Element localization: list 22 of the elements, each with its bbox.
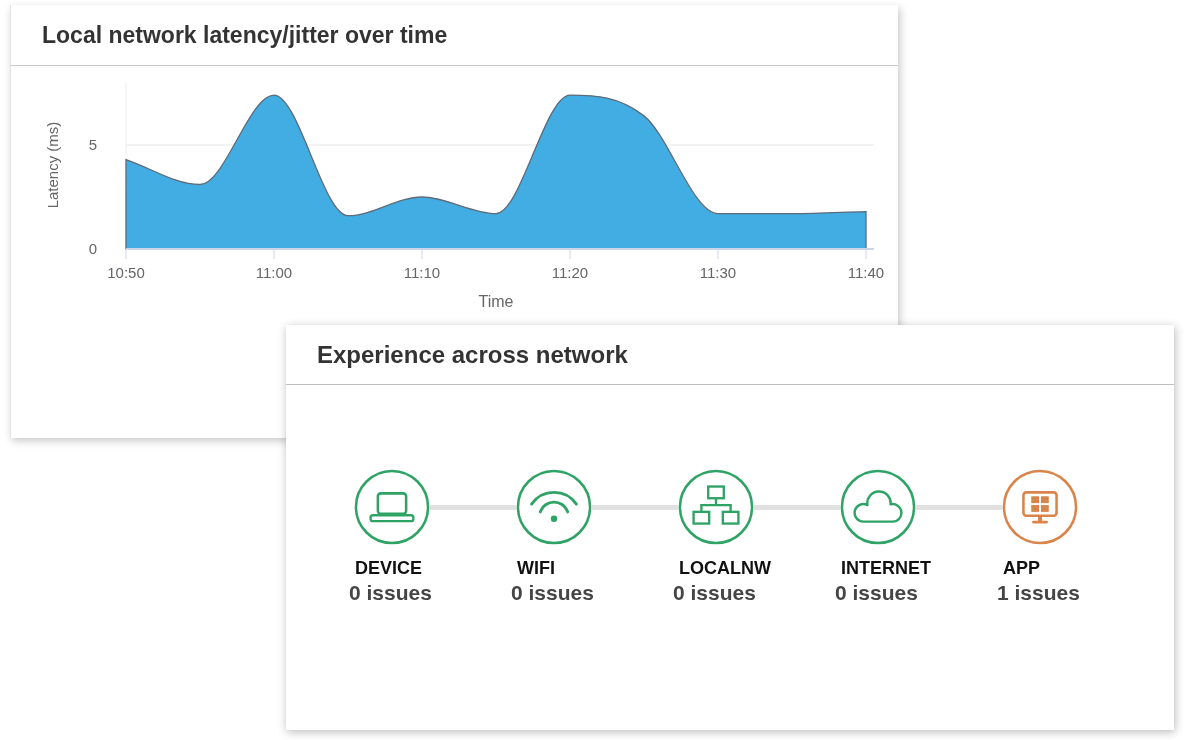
issue-count: 0 issues <box>349 580 432 606</box>
axis-title: Time <box>478 293 514 310</box>
issue-count: 0 issues <box>511 580 594 606</box>
panel-title: Experience across network <box>317 340 628 369</box>
issue-count: 0 issues <box>835 580 919 606</box>
issue-count: 1 issues <box>997 580 1080 606</box>
axis-title: Latency (ms) <box>44 121 61 209</box>
node-label: APP <box>1002 557 1041 579</box>
node-label: INTERNET <box>840 557 931 579</box>
tick-label: 10:50 <box>107 264 145 281</box>
node-label: WIFI <box>516 557 556 579</box>
tick-label: 11:20 <box>551 264 589 281</box>
node-label: LOCALNW <box>678 557 771 579</box>
tick-label: 0 <box>88 240 97 257</box>
tick-label: 5 <box>88 136 97 153</box>
tick-label: 11:30 <box>699 264 737 281</box>
node-label: DEVICE <box>354 557 424 579</box>
tick-label: 11:10 <box>403 264 441 281</box>
panel-title: Local network latency/jitter over time <box>42 21 448 49</box>
issue-count: 0 issues <box>673 580 757 606</box>
tick-label: 11:00 <box>255 264 293 281</box>
tick-label: 11:40 <box>847 264 885 281</box>
